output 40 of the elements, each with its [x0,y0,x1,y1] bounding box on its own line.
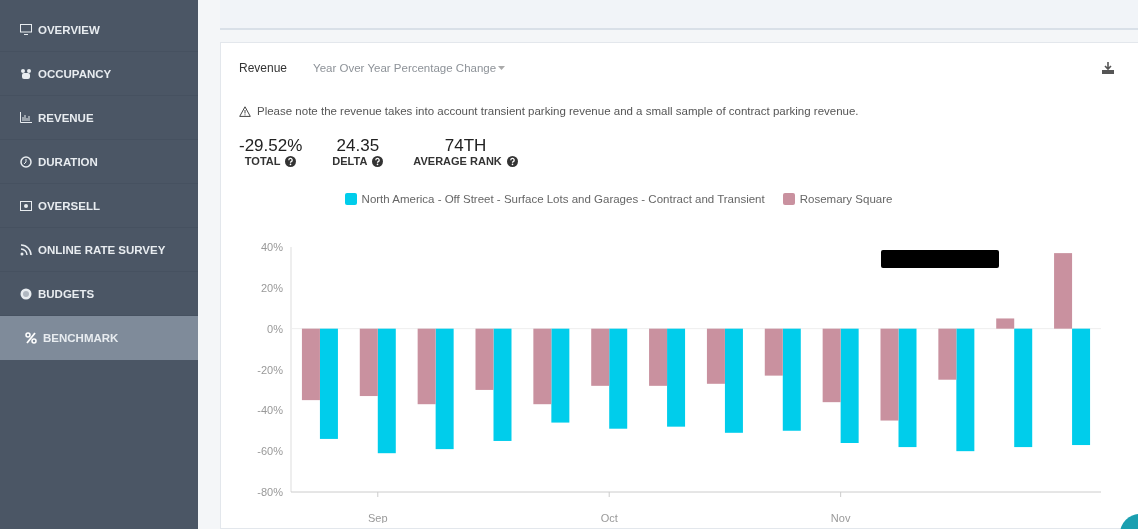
clock-icon [20,155,32,168]
sidebar-item[interactable]: OVERVIEW [0,8,198,52]
sidebar-item[interactable]: DURATION [0,140,198,184]
sidebar-item[interactable]: OCCUPANCY [0,52,198,96]
metric-dropdown[interactable]: Year Over Year Percentage Change [313,62,506,74]
monitor-icon [20,24,32,35]
stat-label: DELTA [332,155,368,167]
y-axis-label: -20% [257,363,283,376]
x-axis-label: Oct [600,512,618,523]
caret-icon [498,66,506,70]
banknote-icon [20,200,32,211]
stat-label: TOTAL [244,155,281,167]
help-icon[interactable] [372,155,384,167]
warning-icon [239,105,251,117]
stat-label: AVERAGE RANK [413,155,502,167]
y-axis-label: -40% [257,404,283,417]
users-icon [20,68,32,79]
sidebar-item[interactable]: REVENUE [0,96,198,140]
y-axis-label: -60% [257,445,283,458]
bar-chart-icon [20,112,32,123]
legend-label[interactable]: North America - Off Street - Surface Lots and Garages - Contract and Transient [361,193,765,205]
help-icon[interactable] [506,155,518,167]
y-axis-label: 0% [267,322,283,335]
download-button[interactable] [1102,62,1114,74]
y-axis-label: 20% [260,281,283,294]
legend-label[interactable]: Rosemary Square [799,193,893,205]
stat-value: -29.52% [239,137,303,155]
y-axis-label: -80% [257,486,283,498]
percent-icon [25,331,37,344]
x-axis-label: Nov [830,512,851,523]
notice-text: Please note the revenue takes into account transient parking revenue and a small sample of contract parking revenue. [257,105,859,117]
sidebar-item[interactable]: OVERSELL [0,184,198,228]
stat-value: 74TH [444,137,487,155]
card-title: Revenue [239,61,288,75]
stat-value: 24.35 [336,137,380,155]
target-icon [20,287,32,300]
y-axis-label: 40% [260,241,283,253]
rss-icon [20,243,32,256]
help-icon[interactable] [285,155,297,167]
sidebar-item[interactable]: ONLINE RATE SURVEY [0,228,198,272]
